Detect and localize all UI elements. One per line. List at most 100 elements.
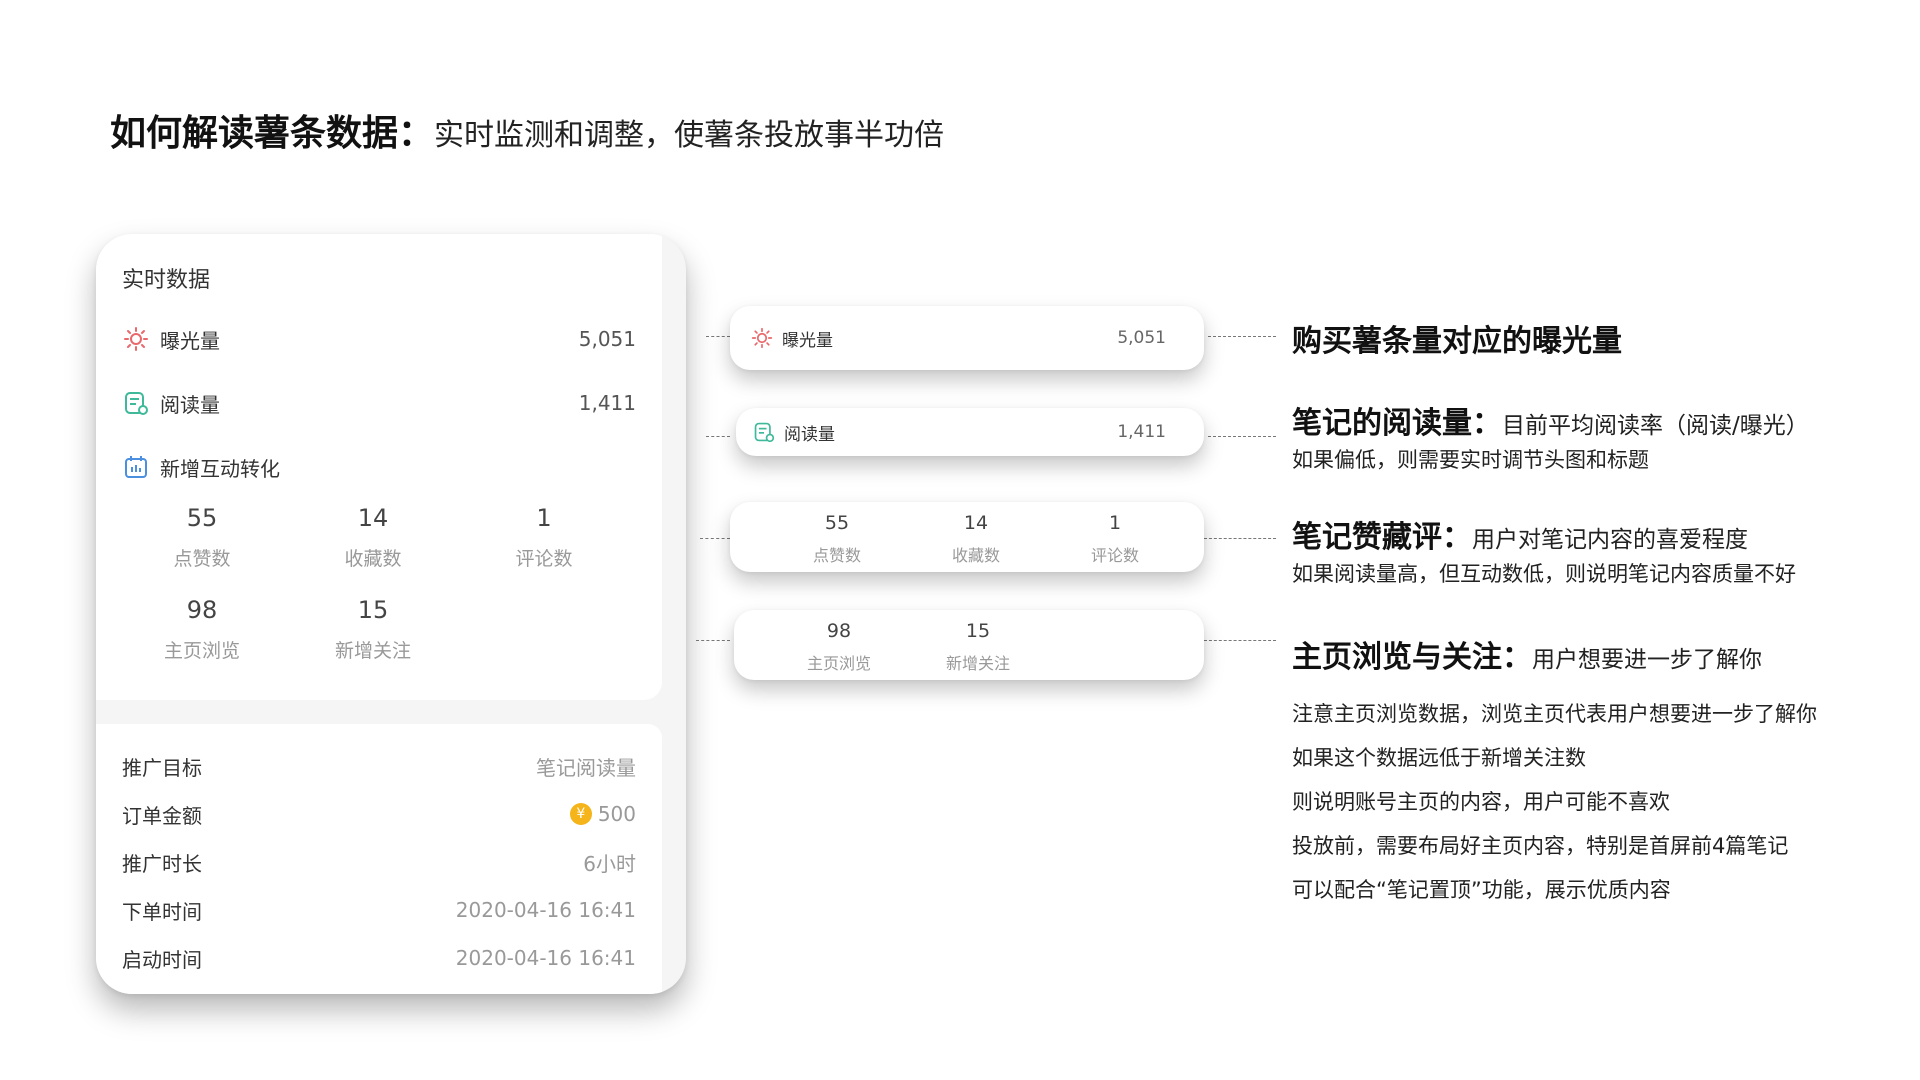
order-row-key: 订单金额: [122, 803, 202, 828]
stat-favorites-value: 14: [357, 504, 389, 532]
interaction-row: 新增互动转化: [122, 452, 636, 482]
mini-stat-favorites-value: 14: [963, 512, 989, 534]
order-row-key: 推广时长: [122, 851, 202, 876]
annotation-profile-sub: 用户想要进一步了解你: [1532, 647, 1762, 673]
stat-comments-value: 1: [536, 504, 552, 532]
annotation-profile-line: 则说明账号主页的内容，用户可能不喜欢: [1292, 790, 1670, 814]
mini-exposure-value: 5,051: [1117, 328, 1166, 348]
mini-stat-new-followers: 15 新增关注: [923, 620, 1033, 674]
annotation-profile: 主页浏览与关注：用户想要进一步了解你 注意主页浏览数据，浏览主页代表用户想要进一…: [1292, 632, 1817, 904]
annotation-profile-heading: 主页浏览与关注：: [1292, 640, 1532, 675]
annotation-profile-line: 可以配合“笔记置顶”功能，展示优质内容: [1292, 878, 1671, 902]
coin-icon: ¥: [569, 803, 592, 825]
annotation-interactions: 笔记赞藏评：用户对笔记内容的喜爱程度 如果阅读量高，但互动数低，则说明笔记内容质…: [1292, 512, 1796, 588]
mini-card-exposure: 曝光量 5,051: [730, 306, 1204, 370]
reads-label: 阅读量: [160, 392, 220, 417]
order-row-key: 启动时间: [122, 947, 202, 972]
stat-new-followers-value: 15: [357, 596, 389, 624]
mini-reads-label: 阅读量: [784, 424, 835, 445]
stat-profile-views-value: 98: [186, 596, 218, 624]
exposure-value: 5,051: [578, 327, 636, 351]
stat-favorites-caption: 收藏数: [344, 548, 402, 570]
connector-left-4: [696, 640, 730, 641]
annotation-interactions-heading: 笔记赞藏评：: [1292, 520, 1472, 555]
connector-right-3: [1204, 538, 1276, 539]
realtime-data-card: 实时数据 曝光量 5,051 阅读量 1,411 新增互动转化 55 点赞数 1…: [96, 234, 686, 994]
order-row-value: 笔记阅读量: [536, 755, 636, 780]
exposure-label: 曝光量: [160, 328, 220, 353]
order-row-value: 6小时: [583, 851, 636, 876]
mini-stat-new-followers-value: 15: [965, 620, 991, 642]
annotation-profile-line: 如果这个数据远低于新增关注数: [1292, 746, 1586, 770]
mini-stat-profile-views-value: 98: [826, 620, 852, 642]
mini-stat-likes: 55 点赞数: [782, 512, 892, 566]
realtime-title: 实时数据: [122, 268, 211, 293]
order-row-value: 2020-04-16 16:41: [455, 898, 636, 922]
mini-stat-likes-caption: 点赞数: [812, 546, 861, 565]
order-row-value: 2020-04-16 16:41: [455, 946, 636, 970]
order-row-key: 下单时间: [122, 899, 202, 924]
order-amount: 500: [597, 802, 636, 826]
annotation-reads-line: 如果偏低，则需要实时调节头图和标题: [1292, 448, 1649, 472]
mini-stat-new-followers-caption: 新增关注: [945, 654, 1010, 673]
document-eye-icon: [122, 389, 150, 417]
reads-value: 1,411: [578, 391, 636, 415]
order-row-key: 推广目标: [122, 755, 202, 780]
annotation-profile-line: 投放前，需要布局好主页内容，特别是首屏前4篇笔记: [1292, 834, 1789, 858]
connector-right-2: [1208, 436, 1276, 437]
mini-card-profile: 98 主页浏览 15 新增关注: [734, 610, 1204, 680]
mini-card-reads: 阅读量 1,411: [736, 408, 1204, 456]
connector-left-2: [706, 436, 730, 437]
stat-profile-views: 98 主页浏览: [142, 596, 262, 663]
connector-left-3: [700, 538, 730, 539]
connector-right-4: [1204, 640, 1276, 641]
order-section: 推广目标 笔记阅读量 订单金额 ¥500 推广时长 6小时 下单时间 2020-…: [96, 724, 662, 994]
realtime-section: 实时数据 曝光量 5,051 阅读量 1,411 新增互动转化 55 点赞数 1…: [96, 234, 662, 700]
connector-right-1: [1208, 336, 1276, 337]
sun-icon: [122, 325, 150, 353]
stat-new-followers: 15 新增关注: [313, 596, 433, 663]
stat-likes-value: 55: [186, 504, 218, 532]
mini-reads-value: 1,411: [1117, 422, 1166, 442]
annotation-reads: 笔记的阅读量：目前平均阅读率（阅读/曝光） 如果偏低，则需要实时调节头图和标题: [1292, 398, 1809, 474]
mini-stat-comments-caption: 评论数: [1090, 546, 1139, 565]
annotation-interactions-sub: 用户对笔记内容的喜爱程度: [1472, 527, 1748, 553]
stat-profile-views-caption: 主页浏览: [163, 640, 240, 662]
mini-stat-comments-value: 1: [1108, 512, 1122, 534]
reads-row: 阅读量 1,411: [122, 388, 636, 418]
stat-comments-caption: 评论数: [515, 548, 573, 570]
annotation-profile-line: 注意主页浏览数据，浏览主页代表用户想要进一步了解你: [1292, 702, 1817, 726]
mini-card-interactions: 55 点赞数 14 收藏数 1 评论数: [730, 502, 1204, 572]
order-row: 订单金额 ¥500: [122, 800, 636, 828]
annotation-exposure: 购买薯条量对应的曝光量: [1292, 316, 1622, 360]
page-title-subtitle: 实时监测和调整，使薯条投放事半功倍: [434, 118, 945, 153]
stat-new-followers-caption: 新增关注: [334, 640, 411, 662]
order-row: 下单时间 2020-04-16 16:41: [122, 896, 636, 924]
stat-likes: 55 点赞数: [142, 504, 262, 571]
mini-reads-row: 阅读量 1,411: [752, 408, 1166, 456]
stat-likes-caption: 点赞数: [173, 548, 231, 570]
annotation-reads-sub: 目前平均阅读率（阅读/曝光）: [1502, 413, 1809, 439]
mini-stat-profile-views: 98 主页浏览: [784, 620, 894, 674]
mini-exposure-row: 曝光量 5,051: [750, 306, 1166, 370]
page-title: 如何解读薯条数据：实时监测和调整，使薯条投放事半功倍: [110, 104, 944, 156]
sun-icon: [750, 326, 774, 350]
mini-stat-likes-value: 55: [824, 512, 850, 534]
calendar-chart-icon: [122, 453, 150, 481]
mini-exposure-label: 曝光量: [782, 330, 833, 351]
interaction-label: 新增互动转化: [160, 456, 280, 481]
order-row-value: ¥500: [569, 802, 636, 826]
connector-left-1: [706, 336, 730, 337]
order-row: 推广时长 6小时: [122, 848, 636, 876]
order-row: 推广目标 笔记阅读量: [122, 752, 636, 780]
annotation-exposure-heading: 购买薯条量对应的曝光量: [1292, 324, 1622, 359]
annotation-reads-heading: 笔记的阅读量：: [1292, 406, 1502, 441]
mini-stat-profile-views-caption: 主页浏览: [806, 654, 871, 673]
page-title-bold: 如何解读薯条数据：: [110, 113, 435, 154]
exposure-row: 曝光量 5,051: [122, 324, 636, 354]
document-eye-icon: [752, 420, 776, 444]
mini-stat-favorites-caption: 收藏数: [951, 546, 1000, 565]
annotation-interactions-line: 如果阅读量高，但互动数低，则说明笔记内容质量不好: [1292, 562, 1796, 586]
stat-comments: 1 评论数: [484, 504, 604, 571]
order-row: 启动时间 2020-04-16 16:41: [122, 944, 636, 972]
